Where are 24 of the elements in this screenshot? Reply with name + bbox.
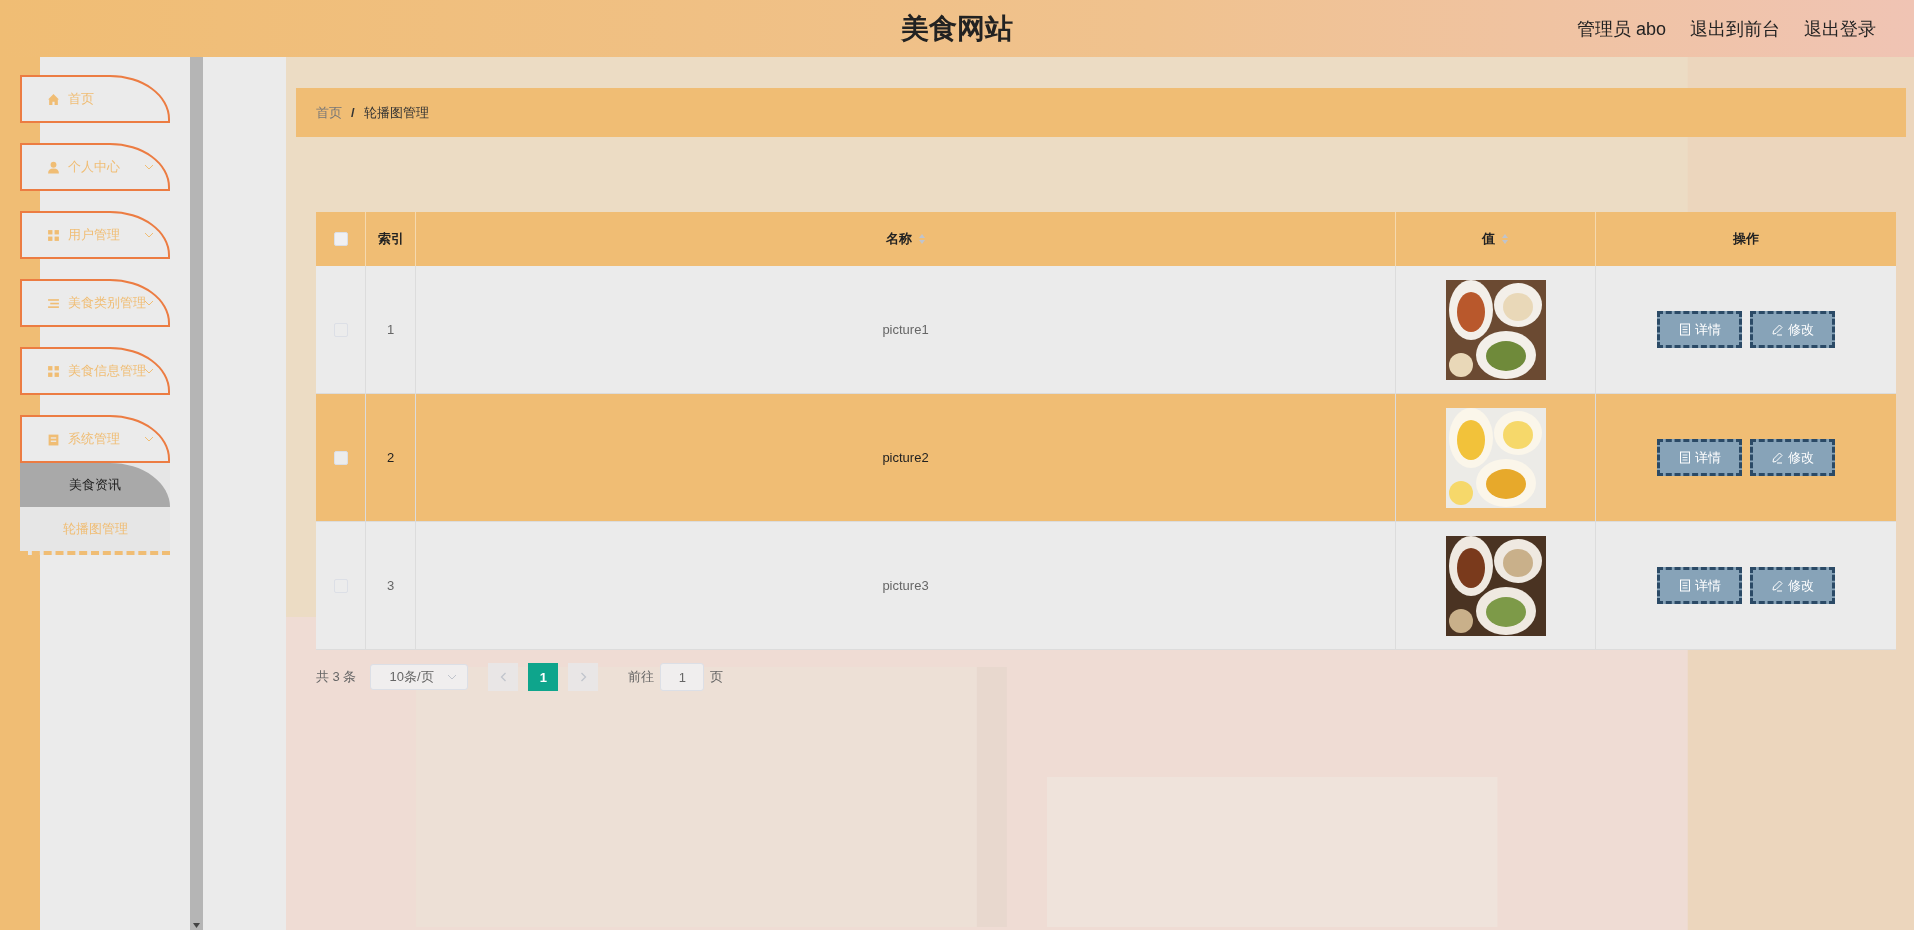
scroll-down-arrow-icon[interactable] (193, 923, 200, 928)
chevron-down-icon (144, 164, 154, 170)
header-link[interactable]: 退出登录 (1804, 16, 1876, 41)
chevron-down-icon (144, 300, 154, 306)
menu-item[interactable]: 用户管理 (20, 211, 170, 259)
menu-item[interactable]: 美食类别管理 (20, 279, 170, 327)
scrollbar[interactable] (190, 57, 203, 930)
admin-link[interactable]: 管理员 abo (1576, 16, 1666, 41)
menu-item[interactable]: 首页 (20, 75, 170, 123)
menu-item[interactable]: 美食信息管理 (20, 347, 170, 395)
grid-icon (46, 228, 60, 242)
user-icon (46, 160, 60, 174)
chevron-down-icon (144, 436, 154, 442)
chevron-down-icon (144, 368, 154, 374)
menu-item[interactable]: 系统管理 (20, 415, 170, 463)
header-link[interactable]: 退出到前台 (1690, 16, 1780, 41)
list-icon (46, 296, 60, 310)
clipboard-icon (46, 432, 60, 446)
menu-item[interactable]: 个人中心 (20, 143, 170, 191)
home-icon (46, 92, 60, 106)
submenu-item[interactable]: 美食资讯 (20, 463, 170, 507)
site-title: 美食网站 (901, 11, 1013, 46)
chevron-down-icon (144, 232, 154, 238)
grid-icon (46, 364, 60, 378)
